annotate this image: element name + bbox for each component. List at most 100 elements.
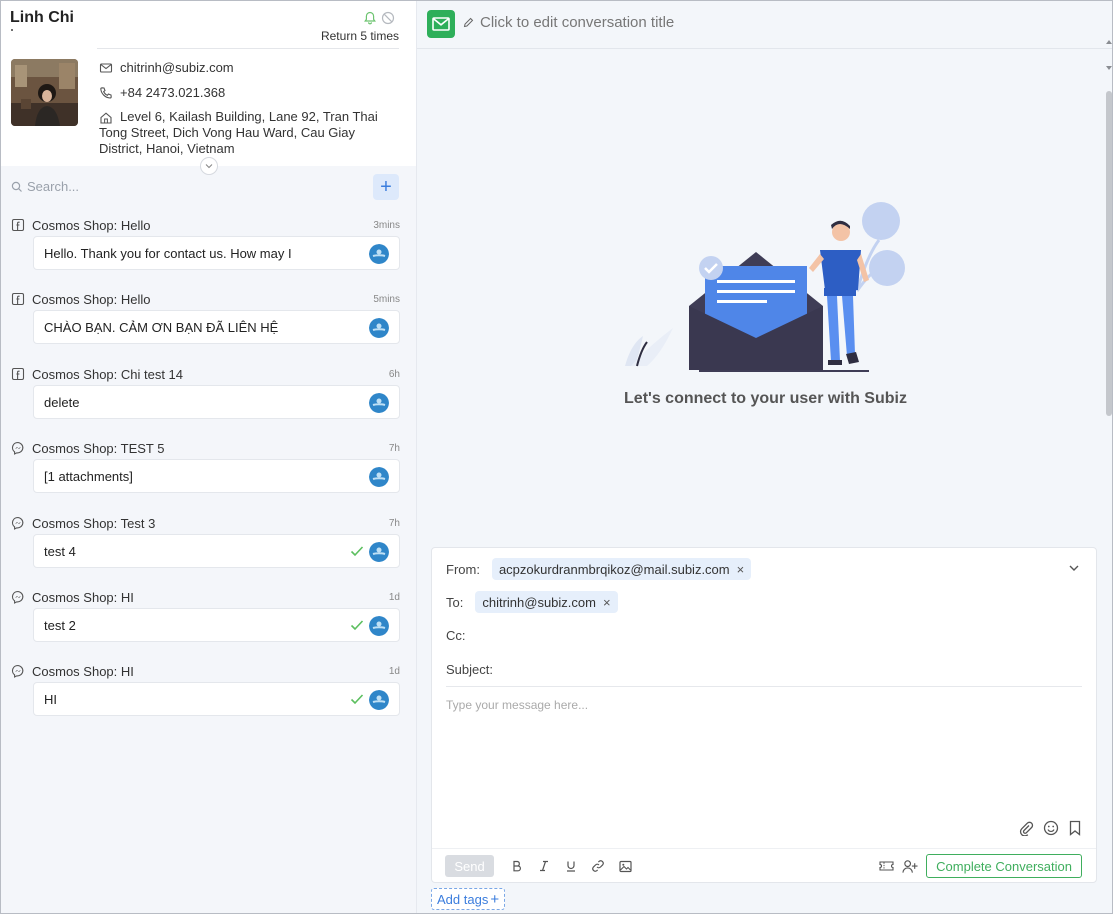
to-row: To: chitrinh@subiz.com × xyxy=(446,591,618,613)
divider xyxy=(446,686,1082,687)
message-preview: test 4 xyxy=(33,534,400,568)
cc-row[interactable]: Cc: xyxy=(446,628,466,643)
empty-state-illustration xyxy=(625,202,905,372)
app-window: Linh Chi Return 5 times chitrinh@subiz.c… xyxy=(0,0,1113,914)
message-preview: test 2 xyxy=(33,608,400,642)
link-icon[interactable] xyxy=(590,858,606,874)
from-label: From: xyxy=(446,561,480,577)
ticket-icon[interactable] xyxy=(878,858,894,874)
conversation-time: 3mins xyxy=(373,219,400,231)
underline-icon[interactable] xyxy=(563,858,579,874)
to-chip[interactable]: chitrinh@subiz.com × xyxy=(475,591,618,613)
complete-conversation-button[interactable]: Complete Conversation xyxy=(926,854,1082,878)
message-preview: Hello. Thank you for contact us. How may… xyxy=(33,236,400,270)
agent-avatar xyxy=(369,616,389,636)
email-icon xyxy=(99,63,113,73)
avatar xyxy=(11,59,78,126)
list-item[interactable]: Cosmos Shop: Hello 5mins CHÀO BẠN. CẢM Ơ… xyxy=(11,291,400,344)
new-conversation-button[interactable]: + xyxy=(373,174,399,200)
conversation-time: 7h xyxy=(388,442,400,454)
list-item[interactable]: Cosmos Shop: HI 1d test 2 xyxy=(11,589,400,642)
message-text: [1 attachments] xyxy=(44,468,133,484)
checkmark-icon xyxy=(350,546,364,557)
paperclip-icon[interactable] xyxy=(1018,820,1034,836)
conversation-title: Cosmos Shop: Test 3 xyxy=(32,515,156,531)
bell-icon[interactable] xyxy=(363,11,377,25)
email-composer: From: acpzokurdranmbrqikoz@mail.subiz.co… xyxy=(431,547,1097,883)
scroll-down-arrow[interactable] xyxy=(1106,65,1112,71)
message-preview: delete xyxy=(33,385,400,419)
emoji-icon[interactable] xyxy=(1043,820,1059,836)
list-item[interactable]: Cosmos Shop: TEST 5 7h [1 attachments] xyxy=(11,440,400,493)
conversation-panel: Click to edit conversation title Let's c… xyxy=(417,1,1112,913)
assign-user-icon[interactable] xyxy=(902,858,918,874)
edit-title-text[interactable]: Click to edit conversation title xyxy=(480,14,674,31)
message-text: CHÀO BẠN. CẢM ƠN BẠN ĐÃ LIÊN HỆ xyxy=(44,319,279,335)
subject-label: Subject: xyxy=(446,662,493,677)
message-text: test 4 xyxy=(44,543,76,559)
list-item[interactable]: Cosmos Shop: HI 1d HI xyxy=(11,663,400,716)
phone-row: +84 2473.021.368 xyxy=(99,85,225,100)
conversation-title: Cosmos Shop: Hello xyxy=(32,217,151,233)
messenger-icon xyxy=(11,441,24,455)
message-text: Hello. Thank you for contact us. How may… xyxy=(44,245,292,261)
facebook-icon xyxy=(11,218,25,232)
contact-address: Level 6, Kailash Building, Lane 92, Tran… xyxy=(99,109,378,156)
add-tags-button[interactable]: Add tags + xyxy=(431,888,506,910)
expand-profile-button[interactable] xyxy=(200,157,218,175)
facebook-icon xyxy=(11,367,25,381)
contact-name: Linh Chi xyxy=(10,9,74,26)
conversation-time: 1d xyxy=(388,665,400,677)
list-item[interactable]: Cosmos Shop: Chi test 14 6h delete xyxy=(11,366,400,419)
close-icon[interactable]: × xyxy=(737,562,745,577)
add-tags-label: Add tags xyxy=(437,891,489,907)
messenger-icon xyxy=(11,516,24,530)
messenger-icon xyxy=(11,590,24,604)
checkmark-icon xyxy=(350,620,364,631)
list-item[interactable]: Cosmos Shop: Test 3 7h test 4 xyxy=(11,515,400,568)
conversation-title: Cosmos Shop: HI xyxy=(32,663,134,679)
pencil-icon xyxy=(463,17,474,28)
bookmark-icon[interactable] xyxy=(1068,820,1082,836)
contact-phone[interactable]: +84 2473.021.368 xyxy=(120,85,225,100)
message-preview: CHÀO BẠN. CẢM ƠN BẠN ĐÃ LIÊN HỆ xyxy=(33,310,400,344)
italic-icon[interactable] xyxy=(536,858,552,874)
from-address: acpzokurdranmbrqikoz@mail.subiz.com xyxy=(498,561,730,577)
message-input[interactable]: Type your message here... xyxy=(446,698,588,712)
conversation-title: Cosmos Shop: HI xyxy=(32,589,134,605)
search-input[interactable]: Search... xyxy=(27,179,79,194)
send-button[interactable]: Send xyxy=(445,855,494,877)
scrollbar[interactable] xyxy=(1106,91,1112,416)
close-icon[interactable]: × xyxy=(603,595,611,610)
conversation-title-editor[interactable]: Click to edit conversation title xyxy=(463,14,674,31)
cc-label: Cc: xyxy=(446,628,466,643)
messenger-icon xyxy=(11,664,24,678)
agent-avatar xyxy=(369,542,389,562)
from-chip[interactable]: acpzokurdranmbrqikoz@mail.subiz.com × xyxy=(491,558,752,580)
subject-row[interactable]: Subject: xyxy=(446,662,493,677)
scroll-up-arrow[interactable] xyxy=(1106,39,1112,45)
contact-email[interactable]: chitrinh@subiz.com xyxy=(120,60,234,75)
block-icon[interactable] xyxy=(381,11,395,25)
conversation-header: Click to edit conversation title xyxy=(417,1,1112,49)
conversation-time: 7h xyxy=(388,517,400,529)
email-channel-icon xyxy=(427,10,455,38)
to-address: chitrinh@subiz.com xyxy=(482,594,596,610)
message-preview: [1 attachments] xyxy=(33,459,400,493)
search-box[interactable]: Search... xyxy=(11,179,79,194)
search-icon xyxy=(11,181,22,192)
chevron-down-icon[interactable] xyxy=(1068,564,1080,572)
agent-avatar xyxy=(369,467,389,487)
bold-icon[interactable] xyxy=(509,858,525,874)
message-text: test 2 xyxy=(44,617,76,633)
return-count: Return 5 times xyxy=(320,29,399,43)
empty-state-text: Let's connect to your user with Subiz xyxy=(624,390,907,407)
image-icon[interactable] xyxy=(617,858,633,874)
status-dot xyxy=(11,29,13,31)
list-item[interactable]: Cosmos Shop: Hello 3mins Hello. Thank yo… xyxy=(11,217,400,270)
phone-icon xyxy=(100,87,112,99)
agent-avatar xyxy=(369,690,389,710)
agent-avatar xyxy=(369,318,389,338)
conversation-time: 1d xyxy=(388,591,400,603)
chevron-down-icon xyxy=(205,164,213,169)
